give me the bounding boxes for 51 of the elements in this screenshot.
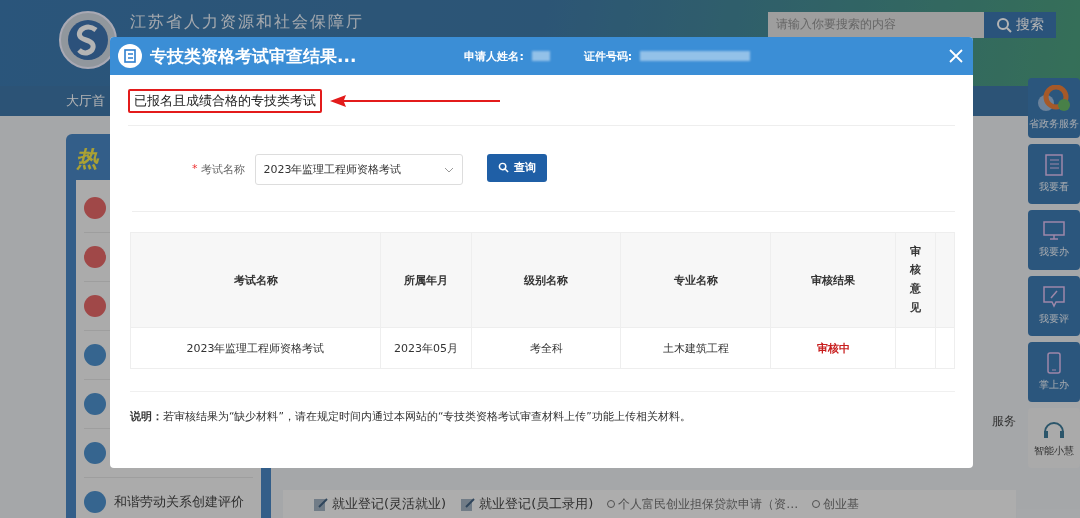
column-header: 审核意见 [895,232,936,328]
exam-select[interactable]: 2023年监理工程师资格考试 [254,154,463,185]
news-link[interactable]: 创业基 [823,495,860,513]
dialog-title: 专技类资格考试审查结果... [150,44,357,68]
comment-icon [1043,286,1065,308]
side-button[interactable]: 我要评 [1028,276,1080,336]
column-header: 所属年月 [380,232,472,328]
section-label: 已报名且成绩合格的专技类考试 [128,89,322,113]
search-button[interactable]: 搜索 [984,12,1056,38]
status-text: 审核中 [770,327,896,369]
query-button[interactable]: 查询 [486,153,547,182]
column-header: 级别名称 [471,232,621,328]
cloud-icon [1036,85,1072,113]
side-button[interactable]: 智能小慧 [1028,408,1080,468]
column-header: 审核结果 [770,232,896,328]
field-label: 考试名称 [200,162,245,177]
field-label: 证件号码: [583,48,633,64]
form-edit-icon [460,496,477,512]
monitor-icon [1043,221,1065,241]
side-button[interactable]: 省政务服务 [1028,78,1080,138]
side-button[interactable]: 我要看 [1028,144,1080,204]
search-icon [996,17,1012,33]
column-header: 考试名称 [130,232,381,328]
table-cell: 土木建筑工程 [620,327,771,369]
table-cell: 考全科 [471,327,621,369]
service-link[interactable]: 就业登记(员工录用) [479,495,594,513]
required-mark: * [192,162,198,177]
emblem-icon [58,10,118,70]
side-button[interactable]: 掌上办 [1028,342,1080,402]
service-link[interactable]: 和谐劳动关系创建评价 [114,493,244,511]
table-cell: 2023年05月 [380,327,472,369]
field-label: 申请人姓名: [464,48,524,64]
service-link[interactable]: 就业登记(灵活就业) [332,495,447,513]
org-name: 江苏省人力资源和社会保障厅 [130,12,364,33]
close-button[interactable] [947,47,965,65]
news-link[interactable]: 个人富民创业担保贷款申请（资… [618,495,799,513]
close-icon [949,49,963,63]
table-cell: 2023年监理工程师资格考试 [130,327,381,369]
nav-item[interactable]: 大厅首 [66,93,105,108]
side-button[interactable]: 我要办 [1028,210,1080,270]
chevron-icon [443,166,454,173]
phone-icon [1047,352,1061,374]
search-icon [497,162,509,173]
note-text: 说明：若审核结果为“缺少材料”，请在规定时间内通过本网站的“专技类资格考试审查材料上传”功能上传相关材料。 [130,410,692,424]
list-icon [118,44,142,68]
blurred-value [531,51,550,61]
form-edit-icon [313,496,329,512]
column-header: 专业名称 [620,232,771,328]
panel-text: 服务 [992,414,1016,428]
book-icon [1044,154,1064,176]
panel-heading: 热 [76,146,98,171]
